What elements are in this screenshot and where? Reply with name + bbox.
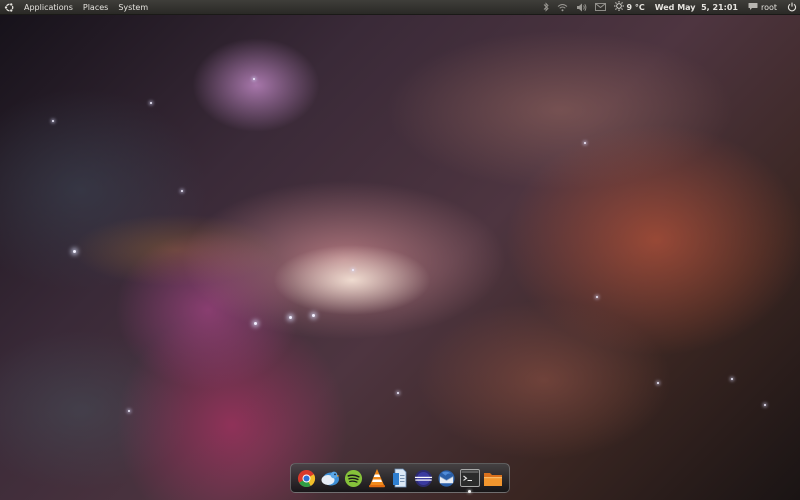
dock-item-eclipse[interactable] [413, 467, 433, 489]
bluetooth-icon[interactable] [539, 0, 553, 14]
dock-item-terminal[interactable] [460, 467, 480, 493]
dock-item-chrome[interactable] [297, 467, 317, 489]
star [253, 78, 255, 80]
ubuntu-logo-icon[interactable] [4, 2, 15, 13]
spotify-icon [344, 469, 363, 488]
wifi-icon[interactable] [553, 0, 572, 14]
star [731, 378, 733, 380]
temperature-label: 9 °C [626, 2, 645, 12]
vlc-icon [368, 468, 386, 488]
star [397, 392, 399, 394]
terminal-icon [460, 469, 480, 487]
dock-item-spotify[interactable] [343, 467, 363, 489]
chrome-icon [297, 469, 316, 488]
menu-system[interactable]: System [113, 0, 153, 14]
dock-item-pidgin[interactable] [320, 467, 340, 489]
panel-left: Applications Places System [0, 0, 153, 14]
username-label: root [760, 2, 777, 12]
star [312, 314, 315, 317]
running-indicator [468, 490, 472, 493]
eclipse-icon [414, 469, 433, 488]
top-panel: Applications Places System 9 °C Wed May … [0, 0, 800, 15]
star [596, 296, 598, 298]
menu-applications[interactable]: Applications [19, 0, 78, 14]
star [181, 190, 183, 192]
clock[interactable]: Wed May 5, 21:01 [649, 0, 744, 14]
dock-item-file-manager[interactable] [483, 467, 503, 489]
panel-right: 9 °C Wed May 5, 21:01 root [539, 0, 800, 14]
chat-bubble-icon [748, 2, 758, 13]
star [52, 120, 54, 122]
dock [290, 463, 510, 493]
star [289, 316, 292, 319]
mail-icon[interactable] [591, 0, 610, 14]
dock-item-document[interactable] [390, 467, 410, 489]
star [764, 404, 766, 406]
star [657, 382, 659, 384]
folder-icon [483, 470, 503, 487]
star [128, 410, 130, 412]
document-icon [392, 468, 408, 488]
star [254, 322, 257, 325]
weather-indicator[interactable]: 9 °C [610, 0, 648, 14]
menu-places[interactable]: Places [78, 0, 113, 14]
star [73, 250, 76, 253]
sun-icon [614, 1, 625, 13]
star [352, 269, 354, 271]
star [150, 102, 152, 104]
power-icon[interactable] [781, 0, 800, 14]
dock-item-thunderbird[interactable] [437, 467, 457, 489]
user-menu[interactable]: root [744, 0, 781, 14]
dock-item-vlc[interactable] [367, 467, 387, 489]
desktop-wallpaper[interactable] [0, 16, 800, 500]
volume-icon[interactable] [572, 0, 591, 14]
pidgin-icon [320, 469, 340, 488]
star [584, 142, 586, 144]
thunderbird-icon [437, 469, 456, 488]
